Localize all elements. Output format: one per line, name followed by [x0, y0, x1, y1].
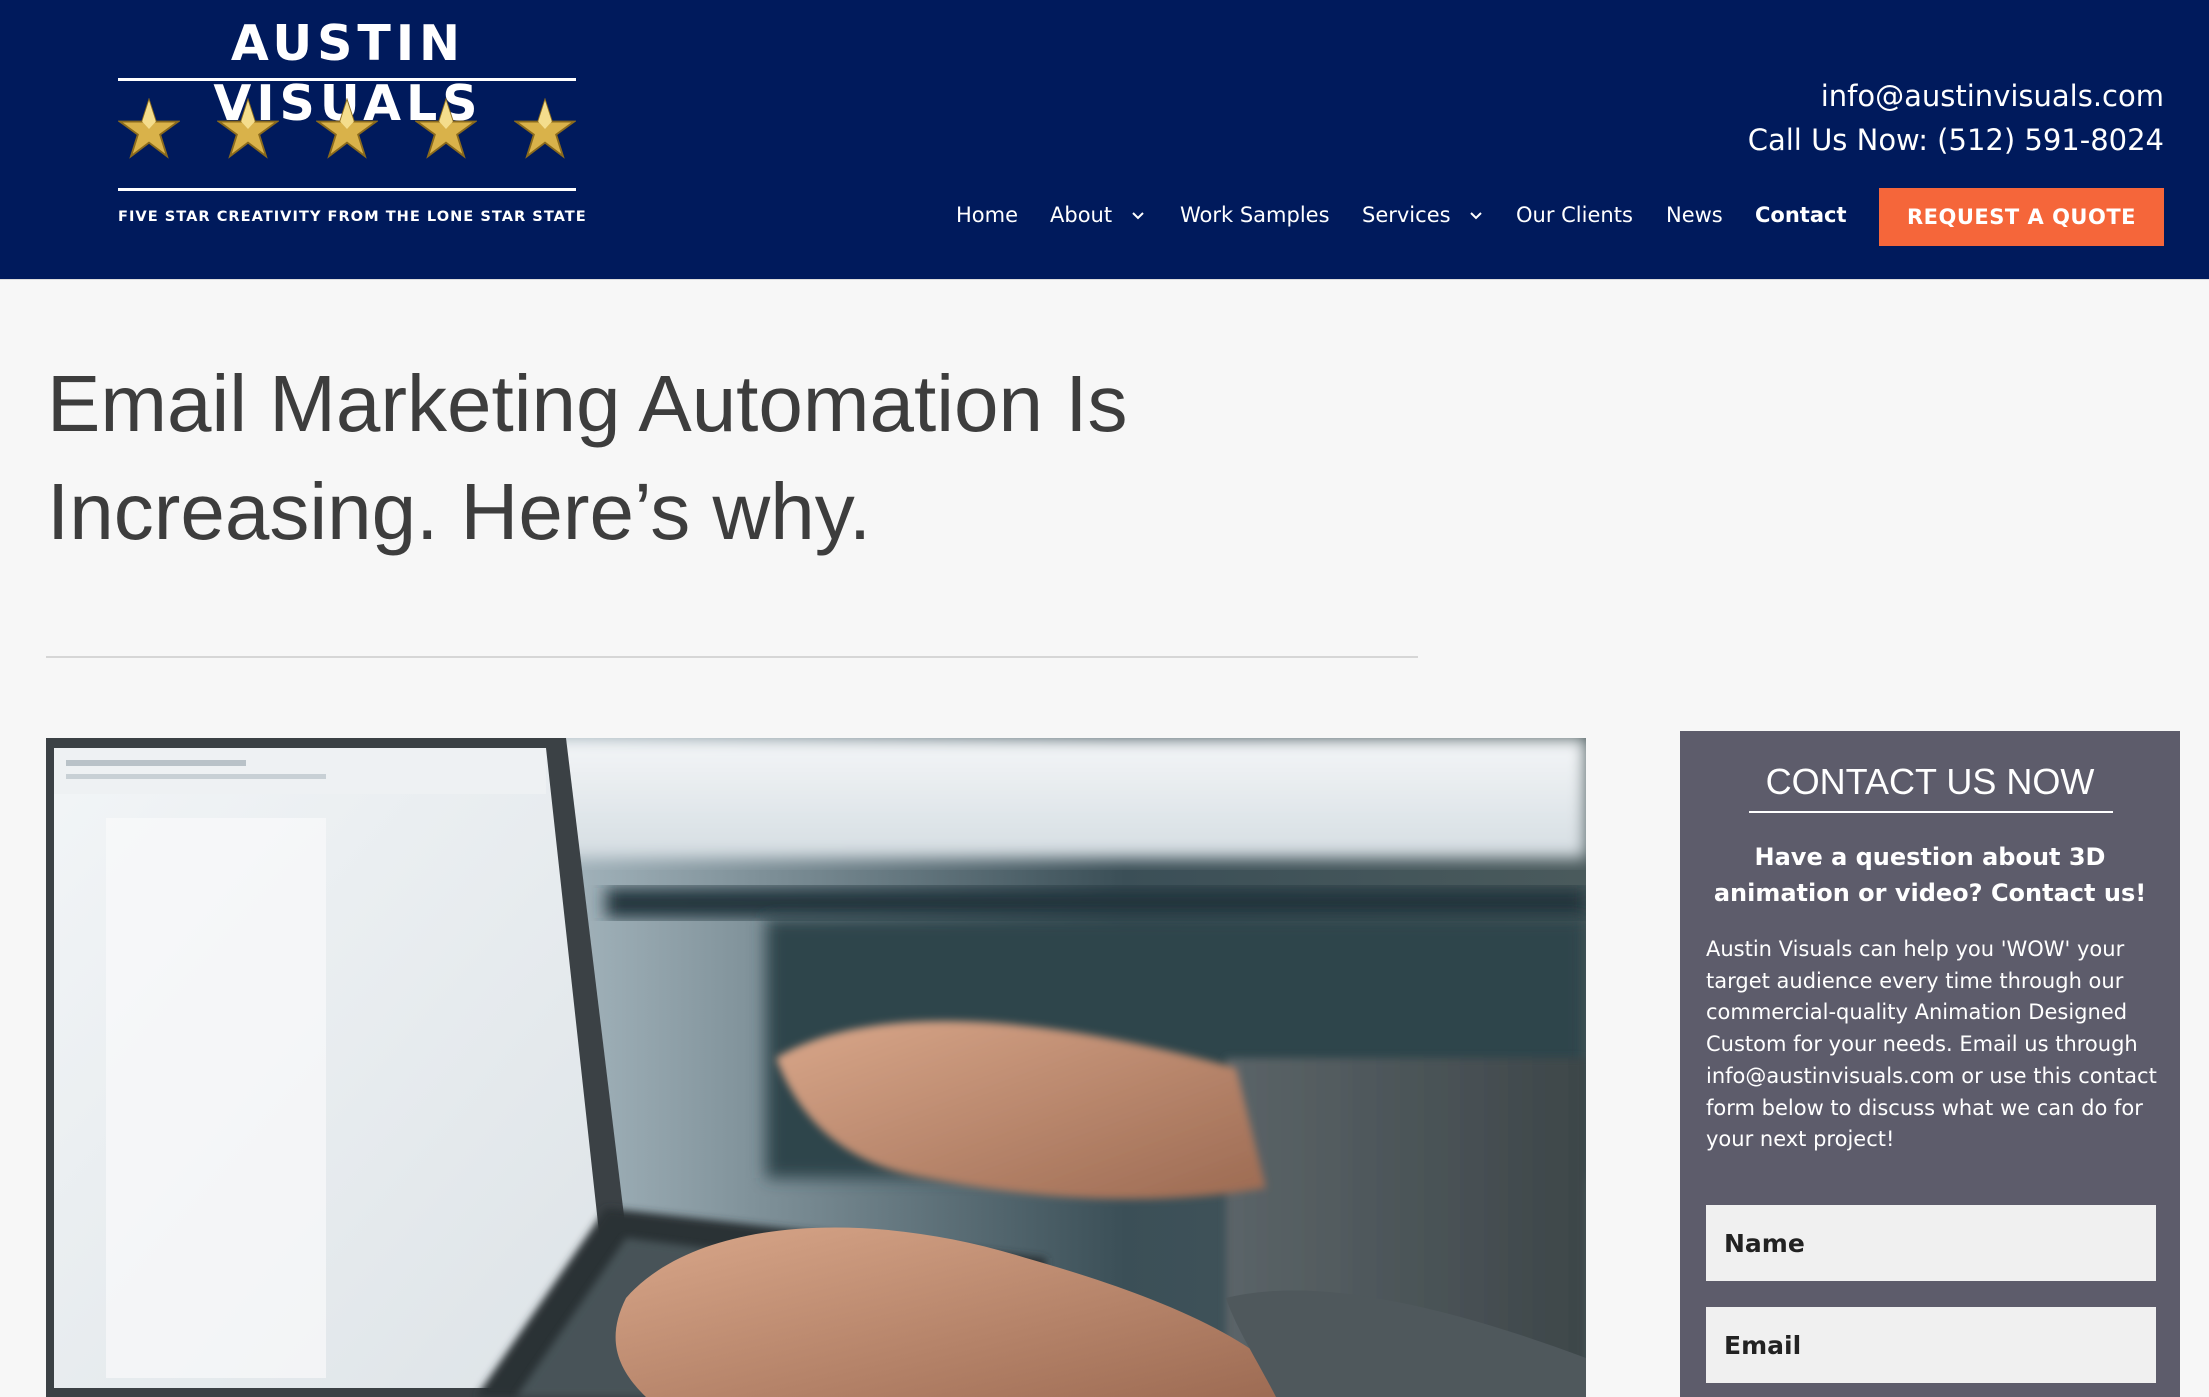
- logo-stars: [118, 98, 578, 178]
- nav-item-label: Services: [1362, 203, 1451, 227]
- nav-item-label: About: [1050, 203, 1113, 227]
- nav-item-label: News: [1666, 203, 1723, 227]
- sidebar-title: CONTACT US NOW: [1765, 761, 2095, 802]
- star-icon: [118, 98, 180, 159]
- nav-item-label: Contact: [1755, 203, 1847, 227]
- contact-sidebar: CONTACT US NOW Have a question about 3D …: [1680, 731, 2180, 1397]
- nav-item-about[interactable]: About: [1050, 195, 1145, 235]
- sidebar-title-underline: [1749, 811, 2113, 813]
- star-icon: [217, 98, 279, 159]
- nav-item-contact[interactable]: Contact: [1755, 195, 1847, 235]
- nav-item-our-clients[interactable]: Our Clients: [1516, 195, 1633, 235]
- nav-item-home[interactable]: Home: [956, 195, 1018, 235]
- name-field[interactable]: [1706, 1205, 2156, 1281]
- main-nav: Home About Work Samples Services Our Cli…: [0, 195, 2209, 235]
- sidebar-body-text: Austin Visuals can help you 'WOW' your t…: [1706, 937, 2157, 1152]
- nav-item-label: Our Clients: [1516, 203, 1633, 227]
- star-icon: [514, 98, 576, 159]
- header-email-link[interactable]: info@austinvisuals.com: [1821, 76, 2164, 116]
- star-icon: [316, 98, 378, 159]
- request-quote-button[interactable]: REQUEST A QUOTE: [1879, 188, 2164, 246]
- nav-item-news[interactable]: News: [1666, 195, 1723, 235]
- laptop-typing-photo: [46, 738, 1586, 1397]
- header-phone[interactable]: Call Us Now: (512) 591-8024: [1748, 120, 2164, 160]
- nav-item-label: Home: [956, 203, 1019, 227]
- chevron-down-icon: [1132, 212, 1144, 220]
- star-icon: [415, 98, 477, 159]
- chevron-down-icon: [1470, 212, 1482, 220]
- sidebar-subtitle: Have a question about 3D animation or vi…: [1713, 843, 2147, 907]
- email-field[interactable]: [1706, 1307, 2156, 1383]
- nav-item-label: Work Samples: [1180, 203, 1330, 227]
- logo-divider-bottom: [118, 188, 576, 191]
- logo-divider-top: [118, 78, 576, 81]
- nav-item-services[interactable]: Services: [1362, 195, 1483, 235]
- page-title: Email Marketing Automation Is Increasing…: [47, 359, 1128, 556]
- site-header: AUSTIN VISUALS F: [0, 0, 2209, 280]
- nav-item-work-samples[interactable]: Work Samples: [1180, 195, 1330, 235]
- title-divider: [46, 656, 1418, 658]
- hero-image: [46, 738, 1586, 1397]
